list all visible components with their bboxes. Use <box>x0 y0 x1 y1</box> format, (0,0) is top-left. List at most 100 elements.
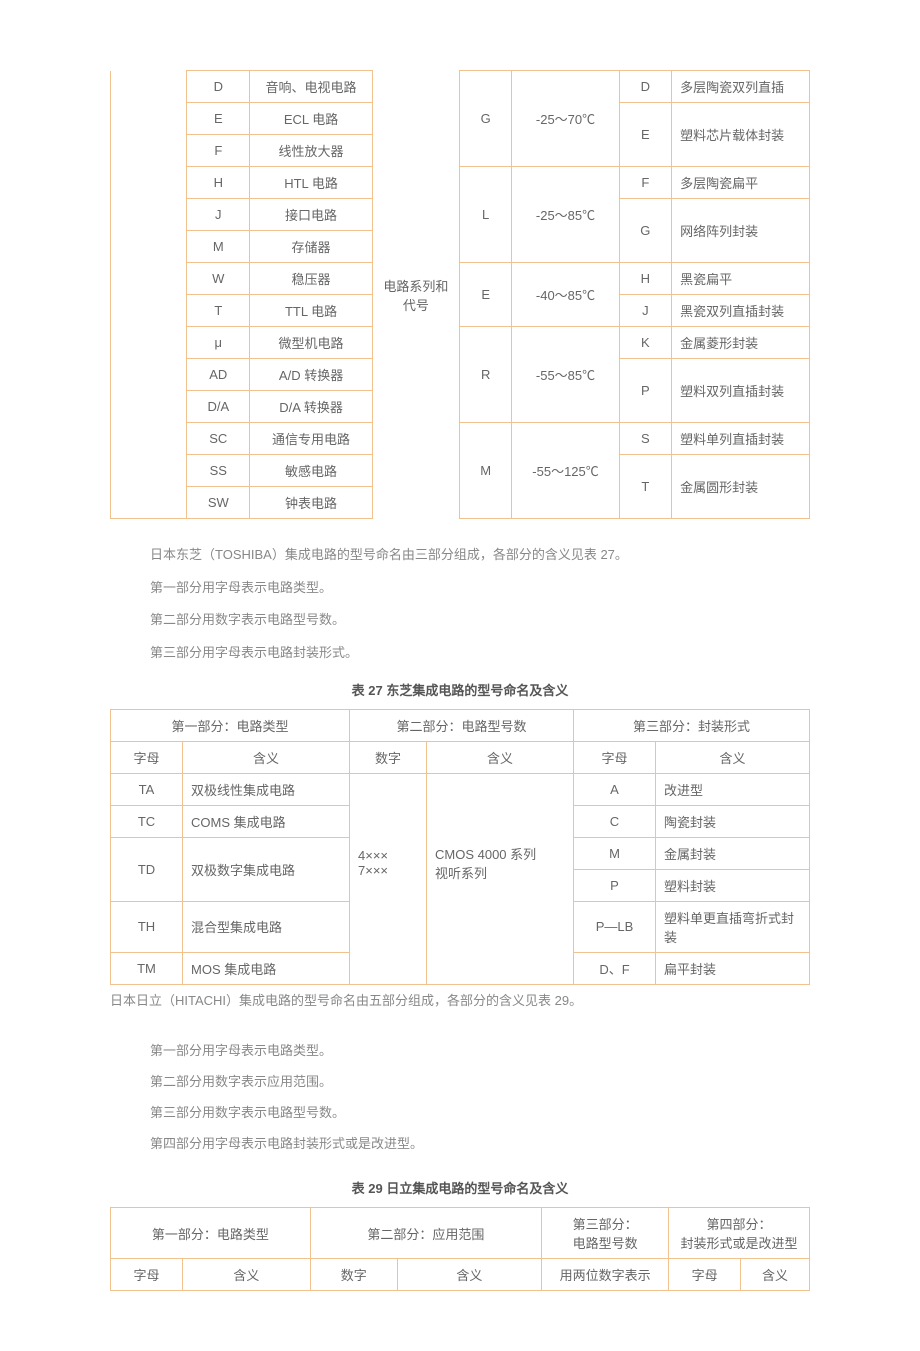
paragraph: 日本日立（HITACHI）集成电路的型号命名由五部分组成，各部分的含义见表 29… <box>110 989 810 1014</box>
code-cell: T <box>214 303 222 318</box>
pkg-code: J <box>642 303 649 318</box>
temp-code: L <box>482 207 489 222</box>
subheader-cell: 数字 <box>341 1268 367 1283</box>
desc-cell: 陶瓷封装 <box>664 815 716 830</box>
subheader-cell: 含义 <box>487 751 513 766</box>
header-cell: 第一部分：电路类型 <box>152 1227 269 1242</box>
paragraph: 第一部分用字母表示电路类型。 <box>150 1039 810 1064</box>
desc-cell: 双极数字集成电路 <box>191 863 295 878</box>
pkg-code: H <box>641 271 650 286</box>
code-cell: H <box>214 175 223 190</box>
desc-cell: 音响、电视电路 <box>266 80 357 95</box>
desc-cell: 塑料封装 <box>664 879 716 894</box>
pkg-desc: 金属菱形封装 <box>680 336 758 351</box>
header-cell: 第二部分：应用范围 <box>367 1227 484 1242</box>
desc-cell: 塑料单更直插弯折式封装 <box>664 911 794 945</box>
subheader-cell: 含义 <box>762 1268 788 1283</box>
pkg-desc: 多层陶瓷扁平 <box>680 176 758 191</box>
code-cell: TM <box>137 961 156 976</box>
header-cell: 第四部分： <box>707 1217 772 1232</box>
code-cell: A <box>610 782 619 797</box>
desc-cell: 双极线性集成电路 <box>191 783 295 798</box>
desc-cell: D/A 转换器 <box>279 400 343 415</box>
temp-code: G <box>481 111 491 126</box>
header-cell: 第三部分： <box>573 1217 638 1232</box>
header-cell: 第一部分：电路类型 <box>171 719 288 734</box>
temp-range: -55～85℃ <box>536 368 595 383</box>
table-part1-continued: D 音响、电视电路 电路系列和代号 G -25～70℃ D 多层陶瓷双列直插 E… <box>110 70 810 519</box>
subheader-cell: 字母 <box>601 751 627 766</box>
table-row: 字母 含义 数字 含义 用两位数字表示 字母 含义 <box>111 1259 810 1291</box>
col-header: 电路系列和代号 <box>383 279 448 313</box>
pkg-desc: 黑瓷双列直插封装 <box>680 304 784 319</box>
code-cell: μ <box>215 335 223 350</box>
pkg-desc: 金属圆形封装 <box>680 480 758 495</box>
paragraph: 第二部分用数字表示电路型号数。 <box>150 608 810 633</box>
table-row: 第一部分：电路类型 第二部分：应用范围 第三部分： 电路型号数 第四部分： 封装形式… <box>111 1208 810 1259</box>
desc-cell: HTL 电路 <box>284 176 338 191</box>
table-27: 第一部分：电路类型 第二部分：电路型号数 第三部分：封装形式 字母 含义 数字 … <box>110 709 810 985</box>
paragraph: 第二部分用数字表示应用范围。 <box>150 1070 810 1095</box>
subheader-cell: 含义 <box>456 1268 482 1283</box>
code-cell: TA <box>139 782 155 797</box>
code-cell: M <box>213 239 224 254</box>
subheader-cell: 字母 <box>133 1268 159 1283</box>
desc-cell: COMS 集成电路 <box>191 815 286 830</box>
mid-cell: 用两位数字表示 <box>560 1268 651 1283</box>
desc-cell: A/D 转换器 <box>279 368 343 383</box>
subheader-cell: 含义 <box>233 1268 259 1283</box>
table-row: H HTL 电路 L -25～85℃ F 多层陶瓷扁平 <box>111 167 810 199</box>
pkg-code: D <box>641 79 650 94</box>
header-cell: 第二部分：电路型号数 <box>396 719 526 734</box>
pkg-desc: 塑料双列直插封装 <box>680 384 784 399</box>
code-cell: SW <box>208 495 229 510</box>
desc-cell: 敏感电路 <box>285 464 337 479</box>
temp-code: M <box>480 463 491 478</box>
header-cell: 第三部分：封装形式 <box>633 719 750 734</box>
desc-cell: 微型机电路 <box>279 336 344 351</box>
desc-cell: 金属封装 <box>664 847 716 862</box>
code-cell: M <box>609 846 620 861</box>
header-cell: 电路型号数 <box>573 1236 638 1251</box>
desc-cell: 钟表电路 <box>285 496 337 511</box>
desc-cell: 接口电路 <box>285 208 337 223</box>
table-row: TA 双极线性集成电路 4××× 7××× CMOS 4000 系列 视听系列 … <box>111 773 810 805</box>
pkg-desc: 网络阵列封装 <box>680 224 758 239</box>
code-cell: TC <box>138 814 155 829</box>
code-cell: F <box>214 143 222 158</box>
code-cell: TH <box>138 919 155 934</box>
num-cell: 4××× 7××× <box>358 848 388 878</box>
subheader-cell: 含义 <box>719 751 745 766</box>
code-cell: D <box>214 79 223 94</box>
table-row: 第一部分：电路类型 第二部分：电路型号数 第三部分：封装形式 <box>111 709 810 741</box>
pkg-code: E <box>641 127 650 142</box>
paragraph: 日本东芝（TOSHIBA）集成电路的型号命名由三部分组成，各部分的含义见表 27… <box>150 543 810 568</box>
table-row: TM MOS 集成电路 D、F 扁平封装 <box>111 952 810 984</box>
paragraph: 第四部分用字母表示电路封装形式或是改进型。 <box>150 1132 810 1157</box>
paragraph: 第一部分用字母表示电路类型。 <box>150 576 810 601</box>
temp-range: -40～85℃ <box>536 288 595 303</box>
code-cell: W <box>212 271 224 286</box>
table-caption-29: 表 29 日立集成电路的型号命名及含义 <box>110 1178 810 1197</box>
desc-cell: TTL 电路 <box>285 304 337 319</box>
pkg-code: F <box>641 175 649 190</box>
desc-cell: 线性放大器 <box>279 144 344 159</box>
desc-cell: MOS 集成电路 <box>191 962 276 977</box>
table-row: μ 微型机电路 R -55～85℃ K 金属菱形封装 <box>111 327 810 359</box>
code-cell: SC <box>209 431 227 446</box>
header-cell: 封装形式或是改进型 <box>681 1236 798 1251</box>
temp-range: -55～125℃ <box>532 464 598 479</box>
desc-cell: 存储器 <box>292 240 331 255</box>
subheader-cell: 字母 <box>692 1268 718 1283</box>
table-29: 第一部分：电路类型 第二部分：应用范围 第三部分： 电路型号数 第四部分： 封装形式… <box>110 1207 810 1291</box>
pkg-code: T <box>641 479 649 494</box>
pkg-code: S <box>641 431 650 446</box>
desc-cell: 改进型 <box>664 783 703 798</box>
desc-cell: 稳压器 <box>292 272 331 287</box>
temp-range: -25～70℃ <box>536 112 595 127</box>
code-cell: E <box>214 111 223 126</box>
code-cell: J <box>215 207 222 222</box>
subheader-cell: 含义 <box>253 751 279 766</box>
code-cell: C <box>610 814 619 829</box>
code-cell: AD <box>209 367 227 382</box>
